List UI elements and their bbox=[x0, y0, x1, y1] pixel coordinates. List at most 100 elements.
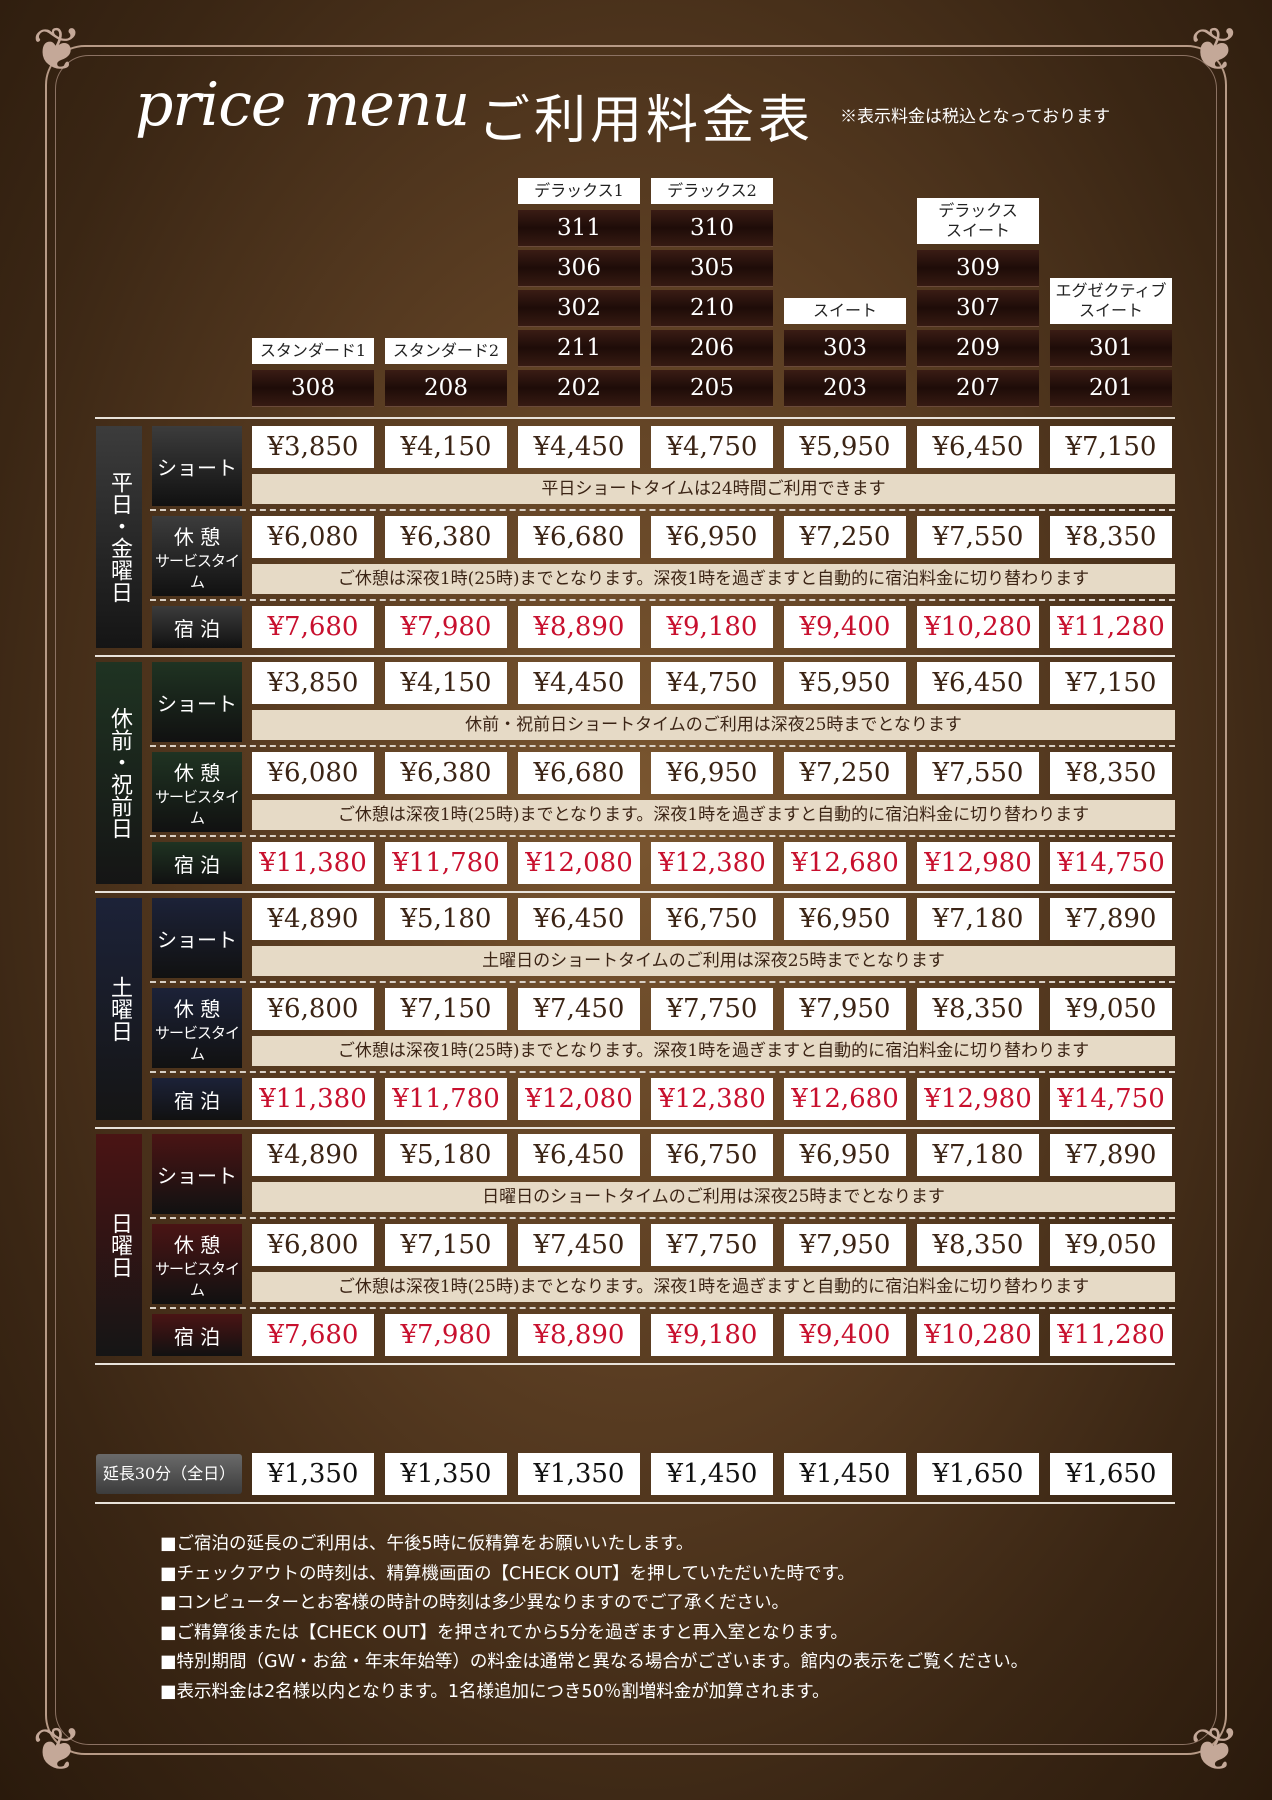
service-type-sub: サービスタイム bbox=[154, 551, 240, 591]
service-type-name: 宿 泊 bbox=[173, 616, 221, 641]
price-cell: ¥9,400 bbox=[784, 606, 906, 648]
service-type-name: ショート bbox=[157, 455, 237, 480]
price-cell: ¥4,150 bbox=[385, 426, 507, 468]
price-cell: ¥12,680 bbox=[784, 842, 906, 884]
price-cell: ¥11,380 bbox=[252, 842, 374, 884]
price-cell: ¥12,980 bbox=[917, 842, 1039, 884]
price-cell: ¥4,890 bbox=[252, 898, 374, 940]
extension-label: 延長30分（全日） bbox=[96, 1454, 242, 1494]
price-cell: ¥7,680 bbox=[252, 606, 374, 648]
service-type-name: 休 憩 bbox=[173, 1232, 221, 1257]
row-note-banner: 平日ショートタイムは24時間ご利用できます bbox=[252, 474, 1175, 504]
note-item: ■ご精算後または【CHECK OUT】を押されてから5分を過ぎますと再入室となり… bbox=[160, 1622, 848, 1643]
price-cell: ¥3,850 bbox=[252, 662, 374, 704]
price-cell: ¥7,250 bbox=[784, 516, 906, 558]
price-cell: ¥7,950 bbox=[784, 988, 906, 1030]
room-number: 205 bbox=[651, 370, 773, 407]
section-rule bbox=[95, 1363, 1175, 1365]
service-type-sub: サービスタイム bbox=[154, 787, 240, 827]
room-number: 311 bbox=[518, 210, 640, 247]
price-cell: ¥6,450 bbox=[917, 426, 1039, 468]
price-cell: ¥12,080 bbox=[518, 1078, 640, 1120]
price-cell: ¥7,150 bbox=[1050, 426, 1172, 468]
price-cell: ¥6,950 bbox=[651, 516, 773, 558]
price-cell: ¥6,680 bbox=[518, 752, 640, 794]
room-number: 310 bbox=[651, 210, 773, 247]
room-number: 202 bbox=[518, 370, 640, 407]
price-cell: ¥7,450 bbox=[518, 1224, 640, 1266]
room-type-label: スタンダード2 bbox=[385, 338, 507, 364]
extension-price-cell: ¥1,350 bbox=[252, 1453, 374, 1495]
service-type-label: 宿 泊 bbox=[152, 606, 242, 648]
price-cell: ¥5,950 bbox=[784, 662, 906, 704]
note-item: ■特別期間（GW・お盆・年末年始等）の料金は通常と異なる場合がございます。館内の… bbox=[160, 1652, 1029, 1672]
room-number: 203 bbox=[784, 370, 906, 407]
service-type-label: ショート bbox=[152, 662, 242, 742]
tax-note: ※表示料金は税込となっております bbox=[840, 107, 1111, 127]
room-type-label: デラックス2 bbox=[651, 178, 773, 204]
price-cell: ¥7,150 bbox=[1050, 662, 1172, 704]
price-cell: ¥6,080 bbox=[252, 516, 374, 558]
price-cell: ¥7,750 bbox=[651, 988, 773, 1030]
price-cell: ¥7,890 bbox=[1050, 1134, 1172, 1176]
price-cell: ¥7,890 bbox=[1050, 898, 1172, 940]
price-cell: ¥5,950 bbox=[784, 426, 906, 468]
service-type-name: 宿 泊 bbox=[173, 1088, 221, 1113]
price-cell: ¥14,750 bbox=[1050, 842, 1172, 884]
price-cell: ¥11,280 bbox=[1050, 1314, 1172, 1356]
room-number: 307 bbox=[917, 290, 1039, 327]
row-note-banner: ご休憩は深夜1時(25時)までとなります。深夜1時を過ぎますと自動的に宿泊料金に… bbox=[252, 564, 1175, 594]
note-item: ■ご宿泊の延長のご利用は、午後5時に仮精算をお願いいたします。 bbox=[160, 1534, 694, 1554]
price-cell: ¥14,750 bbox=[1050, 1078, 1172, 1120]
service-type-label: 宿 泊 bbox=[152, 1314, 242, 1356]
price-cell: ¥9,050 bbox=[1050, 988, 1172, 1030]
service-type-name: 休 憩 bbox=[173, 760, 221, 785]
service-type-label: 休 憩サービスタイム bbox=[152, 988, 242, 1068]
price-cell: ¥7,980 bbox=[385, 1314, 507, 1356]
room-number: 309 bbox=[917, 250, 1039, 287]
row-divider bbox=[150, 1071, 1175, 1073]
room-type-label: デラックス スイート bbox=[917, 198, 1039, 244]
service-type-name: 休 憩 bbox=[173, 524, 221, 549]
row-note-banner: 土曜日のショートタイムのご利用は深夜25時までとなります bbox=[252, 946, 1175, 976]
price-cell: ¥6,800 bbox=[252, 1224, 374, 1266]
price-cell: ¥12,380 bbox=[651, 1078, 773, 1120]
price-cell: ¥12,380 bbox=[651, 842, 773, 884]
room-number: 301 bbox=[1050, 330, 1172, 367]
price-cell: ¥6,800 bbox=[252, 988, 374, 1030]
corner-ornament-icon: ❦ bbox=[32, 15, 83, 85]
service-type-label: 宿 泊 bbox=[152, 1078, 242, 1120]
price-cell: ¥8,350 bbox=[917, 1224, 1039, 1266]
section-rule bbox=[95, 891, 1175, 893]
price-cell: ¥6,080 bbox=[252, 752, 374, 794]
price-cell: ¥4,150 bbox=[385, 662, 507, 704]
price-cell: ¥3,850 bbox=[252, 426, 374, 468]
price-cell: ¥6,450 bbox=[518, 1134, 640, 1176]
room-number: 210 bbox=[651, 290, 773, 327]
service-type-name: ショート bbox=[157, 927, 237, 952]
price-cell: ¥12,080 bbox=[518, 842, 640, 884]
extension-price-cell: ¥1,450 bbox=[651, 1453, 773, 1495]
room-number: 211 bbox=[518, 330, 640, 367]
service-type-label: 宿 泊 bbox=[152, 842, 242, 884]
room-type-label: エグゼクティブ スイート bbox=[1050, 278, 1172, 324]
price-cell: ¥8,890 bbox=[518, 606, 640, 648]
price-cell: ¥7,680 bbox=[252, 1314, 374, 1356]
room-number: 201 bbox=[1050, 370, 1172, 407]
room-number: 206 bbox=[651, 330, 773, 367]
extension-price-cell: ¥1,350 bbox=[518, 1453, 640, 1495]
extension-price-cell: ¥1,650 bbox=[917, 1453, 1039, 1495]
room-type-label: スイート bbox=[784, 298, 906, 324]
price-cell: ¥11,280 bbox=[1050, 606, 1172, 648]
price-cell: ¥6,950 bbox=[784, 1134, 906, 1176]
price-cell: ¥7,180 bbox=[917, 898, 1039, 940]
room-number: 208 bbox=[385, 370, 507, 407]
row-note-banner: ご休憩は深夜1時(25時)までとなります。深夜1時を過ぎますと自動的に宿泊料金に… bbox=[252, 800, 1175, 830]
price-cell: ¥11,780 bbox=[385, 842, 507, 884]
title-english: price menu bbox=[135, 70, 470, 140]
room-number: 209 bbox=[917, 330, 1039, 367]
price-cell: ¥4,450 bbox=[518, 426, 640, 468]
extension-price-cell: ¥1,650 bbox=[1050, 1453, 1172, 1495]
price-cell: ¥7,150 bbox=[385, 1224, 507, 1266]
service-type-label: ショート bbox=[152, 1134, 242, 1214]
